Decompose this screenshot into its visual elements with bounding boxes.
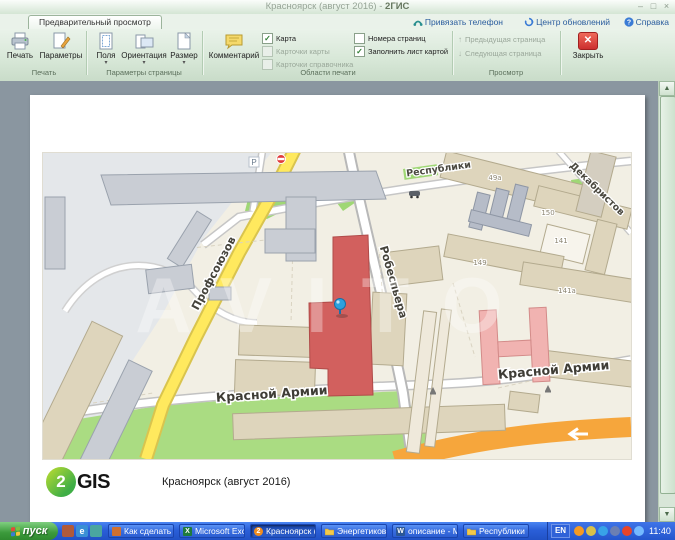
no-entry-icon xyxy=(277,155,286,164)
checkbox-box xyxy=(262,46,273,57)
group-caption-view: Просмотр xyxy=(454,68,558,77)
next-page-button: ↓ Следующая страница xyxy=(458,49,541,58)
group-caption-print-areas: Области печати xyxy=(206,68,450,77)
folder-icon xyxy=(325,527,334,536)
minimize-button[interactable]: – xyxy=(634,0,647,13)
link-update-center[interactable]: Центр обновлений xyxy=(524,16,610,28)
arrow-up-icon: ↑ xyxy=(458,35,462,44)
system-tray: EN 11:40 xyxy=(547,522,675,540)
quicklaunch-icon[interactable] xyxy=(90,525,102,537)
phone-icon xyxy=(413,17,423,27)
size-dropdown-arrow: ▾ xyxy=(182,61,185,65)
maximize-button[interactable]: □ xyxy=(647,0,660,13)
refresh-icon xyxy=(524,17,534,27)
building-number: 49а xyxy=(488,174,501,182)
tray-icon[interactable] xyxy=(634,526,644,536)
tray-icon[interactable] xyxy=(574,526,584,536)
link-help[interactable]: ? Справка xyxy=(624,16,669,28)
checkbox-page-numbers[interactable]: Номера страниц xyxy=(354,33,426,44)
checkbox-box: ✓ xyxy=(262,33,273,44)
taskbar-clock: 11:40 xyxy=(649,526,671,536)
svg-text:P: P xyxy=(251,158,256,167)
orientation-button[interactable]: Ориентация ▾ xyxy=(120,31,168,66)
task-folder-energetikov[interactable]: Энергетиков xyxy=(321,524,387,538)
building-number: 141 xyxy=(554,237,567,245)
close-preview-button[interactable]: ✕ Закрыть xyxy=(566,32,610,60)
arrow-down-icon: ↓ xyxy=(458,49,462,58)
task-folder-respubliki[interactable]: Республики xyxy=(463,524,529,538)
link-bind-phone[interactable]: Привязать телефон xyxy=(413,16,503,28)
tray-icon[interactable] xyxy=(598,526,608,536)
task-word[interactable]: W описание - Microso... xyxy=(392,524,458,538)
quicklaunch-icon[interactable] xyxy=(62,525,74,537)
scroll-down-button[interactable]: ▼ xyxy=(659,507,675,522)
task-screenshot-help[interactable]: Как сделать скри... xyxy=(108,524,174,538)
margins-dropdown-arrow: ▾ xyxy=(104,61,107,65)
window-title: Красноярск (август 2016) - 2ГИС xyxy=(0,1,675,12)
building-number: 141а xyxy=(558,287,576,295)
close-window-button[interactable]: × xyxy=(660,0,673,13)
comment-note-icon xyxy=(224,32,244,50)
checkbox-map-cards: Карточки карты xyxy=(262,46,330,57)
page-size-icon xyxy=(175,32,193,50)
map-caption: Красноярск (август 2016) xyxy=(162,476,291,488)
page-footer: 2 GIS Красноярск (август 2016) xyxy=(46,465,290,499)
print-button[interactable]: Печать xyxy=(2,31,38,61)
building-number: 150 xyxy=(541,209,554,217)
map-preview: P Профсоюзов Робеспьера Республики Красн… xyxy=(42,152,632,460)
page-settings-icon xyxy=(51,32,71,50)
parking-icon: P xyxy=(249,157,259,167)
margins-icon xyxy=(97,32,115,50)
windows-flag-icon xyxy=(11,526,20,536)
ribbon-toolbar: Печать Параметры Печать Поля ▾ Ориентаци… xyxy=(0,29,675,82)
task-2gis-active[interactable]: 2 Красноярск (авгус... xyxy=(250,524,316,538)
folder-icon xyxy=(467,527,476,536)
start-button[interactable]: пуск xyxy=(0,522,58,540)
checkbox-fill-sheet[interactable]: ✓ Заполнить лист картой xyxy=(354,46,448,57)
tray-icon[interactable] xyxy=(610,526,620,536)
vertical-scrollbar[interactable]: ▲ ▼ xyxy=(658,81,675,522)
2gis-icon: 2 xyxy=(254,527,263,536)
word-icon: W xyxy=(396,527,405,536)
checkbox-map[interactable]: ✓ Карта xyxy=(262,33,296,44)
2gis-logo-text: GIS xyxy=(77,471,110,494)
preview-page: P Профсоюзов Робеспьера Республики Красн… xyxy=(30,95,645,522)
tray-icon[interactable] xyxy=(622,526,632,536)
page-size-button[interactable]: Размер ▾ xyxy=(166,31,202,66)
tray-icon[interactable] xyxy=(586,526,596,536)
print-parameters-button[interactable]: Параметры xyxy=(36,31,86,61)
close-x-icon: ✕ xyxy=(578,32,598,50)
orientation-dropdown-arrow: ▾ xyxy=(142,61,145,65)
margins-button[interactable]: Поля ▾ xyxy=(90,31,122,66)
language-indicator[interactable]: EN xyxy=(551,524,570,538)
previous-page-button: ↑ Предыдущая страница xyxy=(458,35,545,44)
title-bar: Красноярск (август 2016) - 2ГИС – □ × xyxy=(0,0,675,15)
group-caption-page-setup: Параметры страницы xyxy=(88,68,200,77)
comment-button[interactable]: Комментарий xyxy=(206,31,262,61)
app-window: Красноярск (август 2016) - 2ГИС – □ × Пр… xyxy=(0,0,675,540)
orientation-icon xyxy=(134,32,154,50)
print-preview-area: P Профсоюзов Робеспьера Республики Красн… xyxy=(0,81,675,522)
tab-preview[interactable]: Предварительный просмотр xyxy=(28,15,162,29)
scrollbar-thumb[interactable] xyxy=(660,96,675,494)
building-number: 149 xyxy=(473,259,486,267)
printer-icon xyxy=(10,32,30,50)
app-icon xyxy=(112,527,121,536)
help-icon: ? xyxy=(624,17,634,27)
task-excel[interactable]: X Microsoft Excel - Xl... xyxy=(179,524,245,538)
scroll-up-button[interactable]: ▲ xyxy=(659,81,675,96)
checkbox-box: ✓ xyxy=(354,46,365,57)
taskbar: пуск e Как сделать скри... X Microsoft E… xyxy=(0,522,675,540)
excel-icon: X xyxy=(183,527,192,536)
blue-gray-buildings xyxy=(468,184,531,236)
checkbox-box xyxy=(354,33,365,44)
tab-row: Предварительный просмотр Привязать телеф… xyxy=(0,14,675,29)
2gis-logo-icon: 2 xyxy=(46,467,76,497)
quicklaunch-icon[interactable]: e xyxy=(76,525,88,537)
group-caption-print: Печать xyxy=(2,68,86,77)
svg-text:?: ? xyxy=(627,20,631,27)
map-canvas: P Профсоюзов Робеспьера Республики Красн… xyxy=(43,153,631,459)
